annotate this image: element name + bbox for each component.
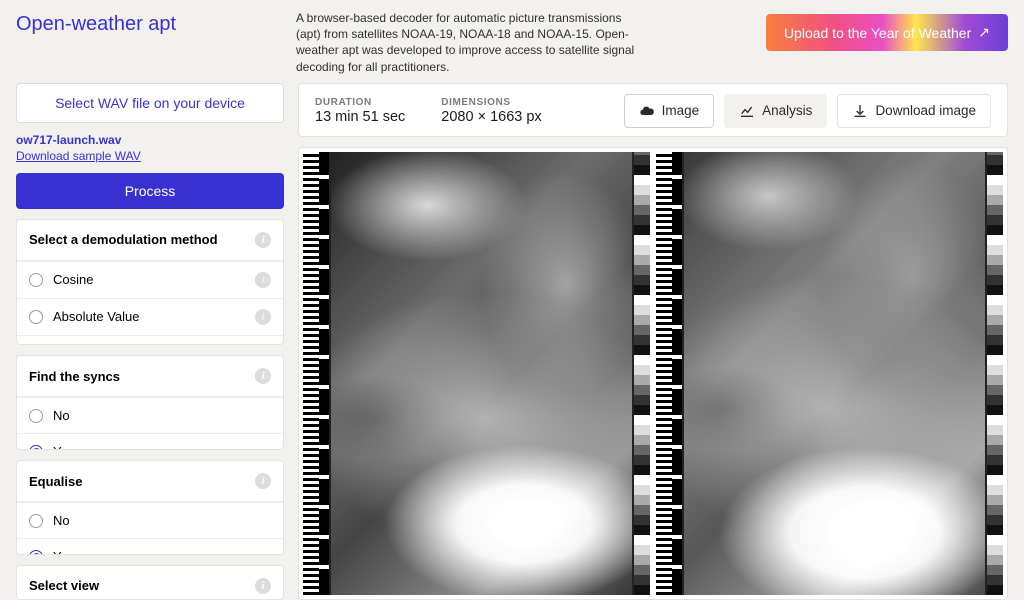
download-icon bbox=[852, 103, 868, 119]
option-label: No bbox=[53, 408, 70, 423]
info-icon[interactable]: i bbox=[255, 473, 271, 489]
app-description: A browser-based decoder for automatic pi… bbox=[296, 10, 636, 75]
selected-filename: ow717-launch.wav bbox=[16, 133, 284, 147]
arrow-ne-icon: ↗ bbox=[978, 24, 990, 41]
page-title: Open-weather apt bbox=[16, 10, 276, 36]
grayscale-wedge bbox=[987, 152, 1003, 595]
dimensions-label: DIMENSIONS bbox=[441, 97, 541, 108]
tab-label: Download image bbox=[875, 103, 976, 118]
tab-label: Analysis bbox=[762, 103, 812, 118]
option-equalise-no[interactable]: No bbox=[17, 502, 283, 538]
panel-title: Find the syncs bbox=[29, 369, 120, 384]
sync-stripe-left bbox=[303, 152, 319, 595]
panel-select-view: Select view i bbox=[16, 565, 284, 600]
duration-label: DURATION bbox=[315, 97, 405, 108]
option-syncs-no[interactable]: No bbox=[17, 397, 283, 433]
info-icon[interactable]: i bbox=[255, 309, 271, 325]
channel-b-clouds bbox=[684, 152, 985, 595]
telemetry-ticks bbox=[319, 152, 329, 595]
download-image-button[interactable]: Download image bbox=[837, 94, 991, 128]
tab-label: Image bbox=[662, 103, 700, 118]
option-absolute-value[interactable]: Absolute Value i bbox=[17, 298, 283, 335]
download-sample-link[interactable]: Download sample WAV bbox=[16, 149, 141, 163]
option-label: Cosine bbox=[53, 272, 93, 287]
satellite-image bbox=[303, 152, 1003, 595]
panel-equalise: Equalise i No Yes bbox=[16, 460, 284, 555]
grayscale-wedge bbox=[634, 152, 650, 595]
info-icon[interactable]: i bbox=[255, 368, 271, 384]
info-icon[interactable]: i bbox=[255, 578, 271, 594]
option-syncs-yes[interactable]: Yes bbox=[17, 433, 283, 450]
info-icon[interactable]: i bbox=[255, 232, 271, 248]
main-area: DURATION 13 min 51 sec DIMENSIONS 2080 ×… bbox=[298, 83, 1008, 600]
dimensions-value: 2080 × 1663 px bbox=[441, 109, 541, 125]
panel-find-syncs: Find the syncs i No Yes bbox=[16, 355, 284, 450]
radio-icon bbox=[29, 310, 43, 324]
panel-title: Select view bbox=[29, 578, 99, 593]
sidebar: Select WAV file on your device ow717-lau… bbox=[16, 83, 284, 600]
tab-image[interactable]: Image bbox=[624, 94, 715, 128]
panel-title: Select a demodulation method bbox=[29, 232, 218, 247]
meta-bar: DURATION 13 min 51 sec DIMENSIONS 2080 ×… bbox=[298, 83, 1008, 137]
info-icon[interactable]: i bbox=[255, 272, 271, 288]
radio-icon bbox=[29, 514, 43, 528]
radio-icon bbox=[29, 409, 43, 423]
chart-line-icon bbox=[739, 103, 755, 119]
upload-year-of-weather-button[interactable]: Upload to the Year of Weather ↗ bbox=[766, 14, 1008, 51]
radio-icon bbox=[29, 273, 43, 287]
option-label: Yes bbox=[53, 549, 74, 555]
decoded-image-viewer[interactable] bbox=[298, 147, 1008, 600]
channel-a-clouds bbox=[331, 152, 632, 595]
panel-title: Equalise bbox=[29, 474, 82, 489]
option-label: Absolute Value bbox=[53, 309, 140, 324]
option-hilbertfft[interactable]: HilbertFFT i bbox=[17, 335, 283, 346]
option-cosine[interactable]: Cosine i bbox=[17, 261, 283, 298]
radio-icon bbox=[29, 445, 43, 450]
sync-stripe-left bbox=[656, 152, 672, 595]
option-label: No bbox=[53, 513, 70, 528]
select-wav-button[interactable]: Select WAV file on your device bbox=[16, 83, 284, 123]
telemetry-ticks bbox=[672, 152, 682, 595]
duration-value: 13 min 51 sec bbox=[315, 109, 405, 125]
process-button[interactable]: Process bbox=[16, 173, 284, 209]
cloud-icon bbox=[639, 103, 655, 119]
upload-button-label: Upload to the Year of Weather bbox=[784, 25, 971, 41]
tab-analysis[interactable]: Analysis bbox=[724, 94, 827, 128]
panel-demodulation: Select a demodulation method i Cosine i … bbox=[16, 219, 284, 346]
option-equalise-yes[interactable]: Yes bbox=[17, 538, 283, 555]
radio-icon bbox=[29, 550, 43, 555]
option-label: Yes bbox=[53, 444, 74, 450]
